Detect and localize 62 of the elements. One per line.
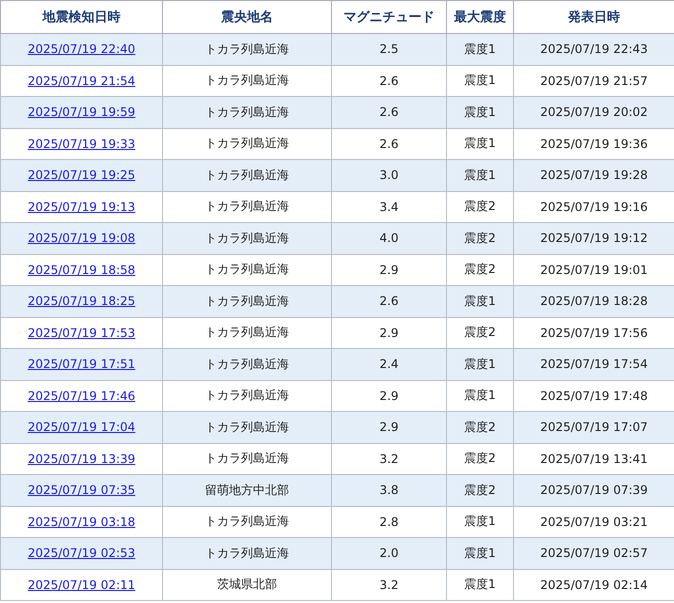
date-link[interactable]: 2025/07/19 19:25 xyxy=(28,168,136,182)
table-cell: 震度1 xyxy=(446,286,514,317)
date-link[interactable]: 2025/07/19 02:53 xyxy=(28,546,136,560)
table-cell: トカラ列島近海 xyxy=(162,412,332,443)
table-cell: 2025/07/19 17:54 xyxy=(514,348,674,380)
table-cell: 震度1 xyxy=(446,96,514,128)
column-header: マグニチュード xyxy=(332,0,446,34)
date-link[interactable]: 2025/07/19 17:46 xyxy=(28,388,136,403)
table-cell: 2025/07/19 07:39 xyxy=(514,474,674,506)
table-cell: 3.2 xyxy=(332,569,446,600)
date-link[interactable]: 2025/07/19 13:39 xyxy=(28,452,136,466)
date-link[interactable]: 2025/07/19 18:25 xyxy=(28,294,136,308)
table-cell: 2.6 xyxy=(332,96,446,128)
date-link[interactable]: 2025/07/19 18:58 xyxy=(28,262,136,277)
table-cell: 3.0 xyxy=(332,160,446,191)
table-cell: 2.4 xyxy=(332,348,446,380)
table-cell: 2025/07/19 18:28 xyxy=(514,286,674,317)
date-link[interactable]: 2025/07/19 07:35 xyxy=(28,483,136,498)
date-link[interactable]: 2025/07/19 03:18 xyxy=(28,514,136,529)
date-link[interactable]: 2025/07/19 21:54 xyxy=(28,74,136,88)
column-header: 震央地名 xyxy=(162,0,332,34)
date-link[interactable]: 2025/07/19 22:40 xyxy=(28,42,136,56)
column-header: 発表日時 xyxy=(514,0,674,34)
table-cell: トカラ列島近海 xyxy=(162,96,332,128)
table-cell: 2.0 xyxy=(332,538,446,569)
table-cell: 茨城県北部 xyxy=(162,569,332,600)
table-cell: 2025/07/19 17:07 xyxy=(514,412,674,443)
table-cell: 震度2 xyxy=(446,474,514,506)
date-link[interactable]: 2025/07/19 17:53 xyxy=(28,326,136,340)
column-header: 最大震度 xyxy=(446,0,514,34)
date-link[interactable]: 2025/07/19 19:13 xyxy=(28,200,136,214)
table-cell: トカラ列島近海 xyxy=(162,538,332,569)
table-cell: 2.9 xyxy=(332,412,446,443)
table-cell: 震度1 xyxy=(446,569,514,600)
table-cell: トカラ列島近海 xyxy=(162,348,332,380)
date-link[interactable]: 2025/07/19 19:59 xyxy=(28,105,136,120)
table-cell: 2.6 xyxy=(332,286,446,317)
table-cell: 留萌地方中北部 xyxy=(162,474,332,506)
date-link[interactable]: 2025/07/19 17:04 xyxy=(28,420,136,434)
date-link[interactable]: 2025/07/19 19:33 xyxy=(28,136,136,151)
table-cell: トカラ列島近海 xyxy=(162,222,332,254)
table-cell: 4.0 xyxy=(332,222,446,254)
table-cell: 2.5 xyxy=(332,34,446,65)
table-cell: 3.8 xyxy=(332,474,446,506)
table-cell: 2025/07/19 02:57 xyxy=(514,538,674,569)
table-cell: トカラ列島近海 xyxy=(162,34,332,65)
table-cell: 2025/07/19 20:02 xyxy=(514,96,674,128)
table-cell: 震度2 xyxy=(446,222,514,254)
table-cell: 震度2 xyxy=(446,412,514,443)
table-cell: 震度1 xyxy=(446,538,514,569)
date-link[interactable]: 2025/07/19 17:51 xyxy=(28,357,136,372)
date-link[interactable]: 2025/07/19 19:08 xyxy=(28,231,136,246)
table-cell: 震度1 xyxy=(446,34,514,65)
table-cell: トカラ列島近海 xyxy=(162,160,332,191)
column-header: 地震検知日時 xyxy=(0,0,162,34)
table-cell: 2025/07/19 22:43 xyxy=(514,34,674,65)
table-cell: 2025/07/19 19:12 xyxy=(514,222,674,254)
table-cell: 2025/07/19 19:28 xyxy=(514,160,674,191)
table-cell: 震度1 xyxy=(446,160,514,191)
table-cell: 震度1 xyxy=(446,348,514,380)
date-link[interactable]: 2025/07/19 02:11 xyxy=(28,578,136,592)
table-cell: トカラ列島近海 xyxy=(162,286,332,317)
